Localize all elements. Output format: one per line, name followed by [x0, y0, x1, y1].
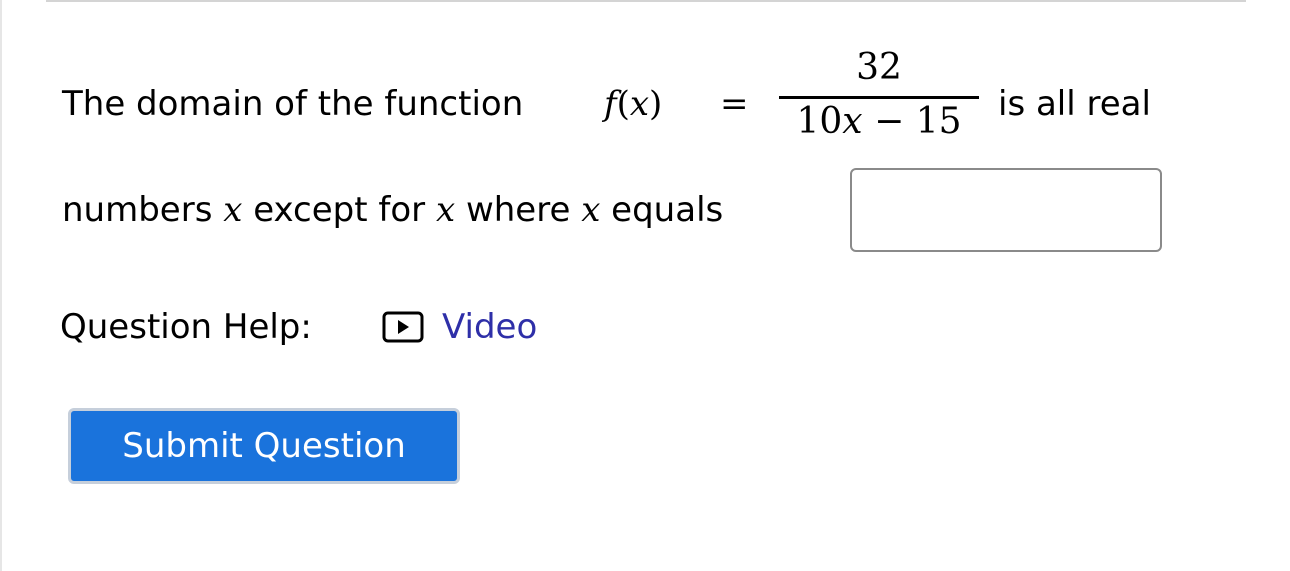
denominator-constant: 15 — [915, 101, 962, 142]
question-text-tail: is all real — [998, 84, 1151, 124]
fraction-denominator: 10x − 15 — [779, 100, 979, 144]
submit-question-button[interactable]: Submit Question — [68, 408, 460, 484]
equals-sign: = — [720, 84, 749, 124]
function-notation: f(x) — [604, 84, 663, 124]
line2-mid1: except for — [242, 190, 436, 230]
function-variable: x — [629, 84, 650, 124]
denominator-coefficient: 10 — [796, 101, 843, 142]
fraction-bar — [779, 96, 979, 99]
line2-start: numbers — [62, 190, 224, 230]
variable-x-3: x — [581, 190, 601, 230]
answer-input[interactable] — [850, 168, 1162, 252]
play-video-icon[interactable] — [382, 311, 424, 343]
line2-mid2: where — [455, 190, 582, 230]
variable-x-2: x — [435, 190, 456, 230]
top-divider — [46, 0, 1246, 2]
denominator-variable: x — [842, 101, 863, 142]
left-border — [0, 0, 2, 571]
question-help-label: Question Help: — [60, 307, 312, 347]
question-text-intro: The domain of the function — [62, 84, 524, 124]
question-line-2: numbers x except for x where x equals — [62, 184, 723, 236]
line2-end: equals — [600, 190, 724, 230]
denominator-operator: − — [874, 101, 905, 142]
function-name: f — [604, 84, 617, 124]
variable-x-1: x — [223, 190, 243, 230]
fraction-numerator: 32 — [856, 47, 902, 88]
video-link[interactable]: Video — [442, 302, 537, 352]
